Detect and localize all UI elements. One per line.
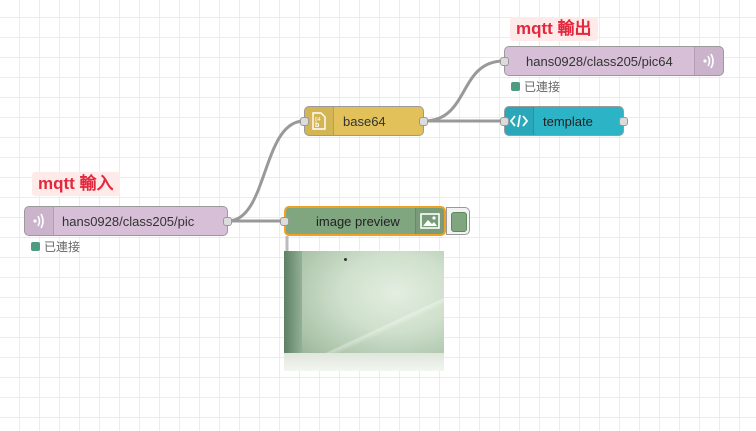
node-template-label: template	[543, 113, 593, 129]
input-port[interactable]	[280, 217, 289, 226]
status-dot-icon	[31, 242, 40, 251]
comment-mqtt-in[interactable]: mqtt 輸入	[32, 172, 120, 196]
toggle-indicator	[451, 212, 467, 232]
node-mqtt-in-label: hans0928/class205/pic	[62, 213, 195, 229]
input-port[interactable]	[500, 57, 509, 66]
wifi-waves-icon	[25, 207, 54, 235]
node-mqtt-in[interactable]: hans0928/class205/pic	[24, 206, 232, 236]
node-base64[interactable]: 64 b base64	[300, 106, 428, 136]
status-text: 已連接	[524, 80, 561, 94]
comment-mqtt-out[interactable]: mqtt 輸出	[510, 17, 598, 41]
preview-bottom-edge	[284, 353, 444, 371]
input-port[interactable]	[500, 117, 509, 126]
node-mqtt-in-status: 已連接	[31, 238, 80, 255]
image-preview-toggle-button[interactable]	[446, 207, 470, 235]
output-port[interactable]	[619, 117, 628, 126]
wire-base64-to-mqtt-out	[423, 59, 505, 123]
node-template[interactable]: template	[500, 106, 628, 136]
output-port[interactable]	[419, 117, 428, 126]
camera-preview-image	[284, 251, 444, 371]
input-port[interactable]	[300, 117, 309, 126]
code-brackets-icon	[505, 107, 534, 135]
node-mqtt-out-label: hans0928/class205/pic64	[526, 53, 673, 69]
node-image-preview-label: image preview	[316, 213, 400, 229]
status-dot-icon	[511, 82, 520, 91]
wifi-waves-icon	[694, 47, 723, 75]
node-image-preview[interactable]: image preview	[280, 206, 446, 236]
node-base64-label: base64	[343, 113, 386, 129]
status-text: 已連接	[44, 240, 81, 254]
preview-speck	[344, 258, 347, 261]
node-mqtt-out-status: 已連接	[511, 78, 560, 95]
image-icon	[415, 208, 444, 234]
output-port[interactable]	[223, 217, 232, 226]
node-mqtt-out[interactable]: hans0928/class205/pic64	[500, 46, 724, 76]
base64-file-icon: 64 b	[305, 107, 334, 135]
svg-text:b: b	[315, 122, 319, 129]
